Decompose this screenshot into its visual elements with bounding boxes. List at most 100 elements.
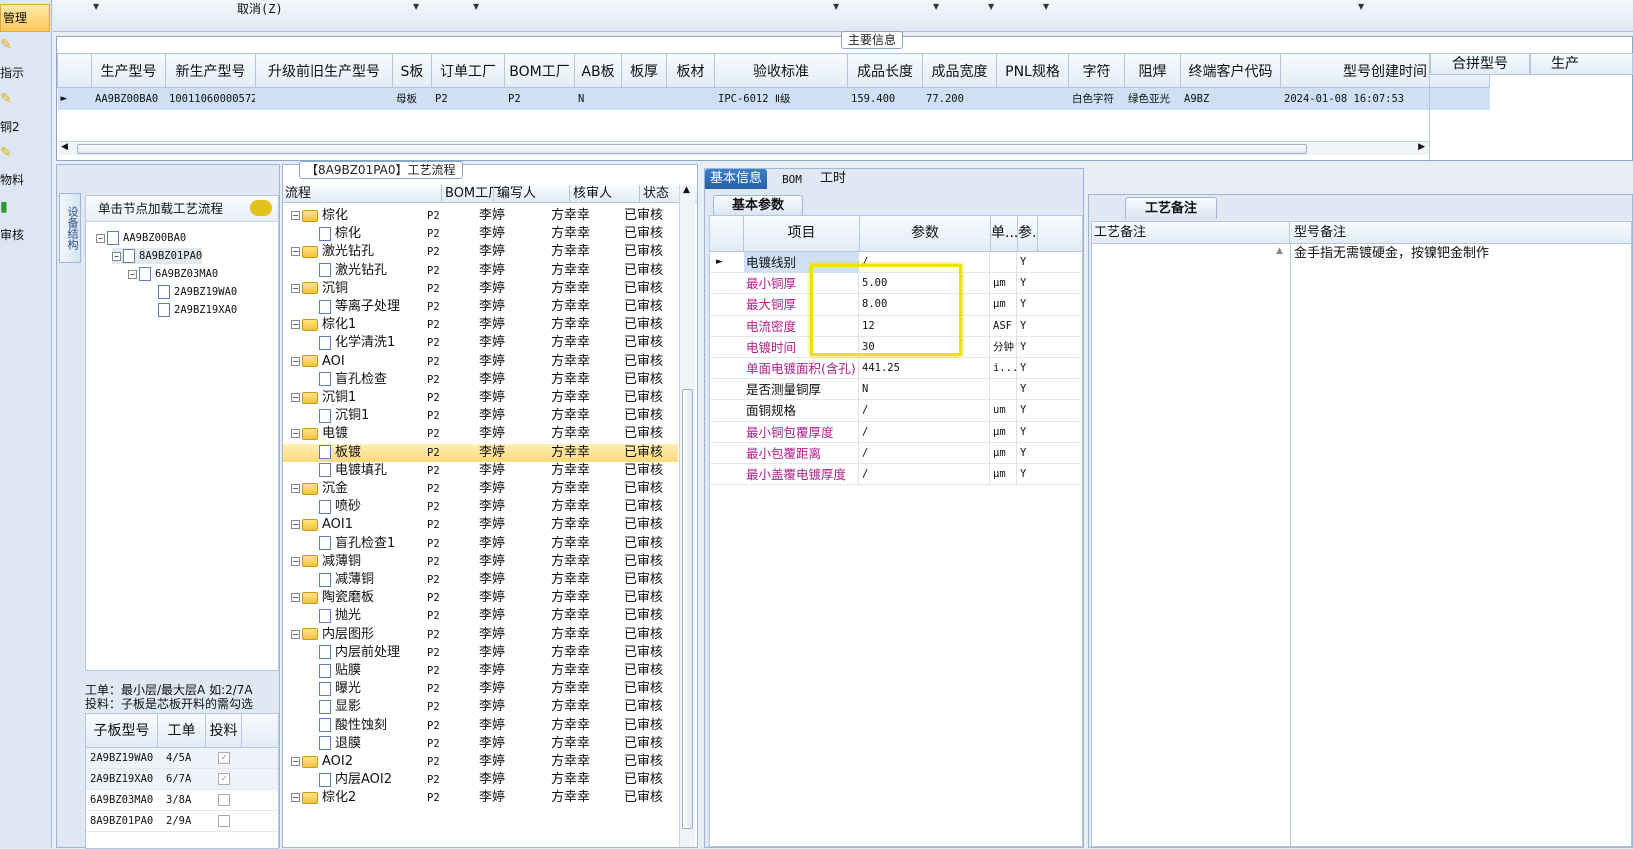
collapse-icon[interactable]: − [96,233,105,243]
process-row[interactable]: 等离子处理 P2 李婷 方幸幸 已审核 [283,298,678,316]
collapse-icon[interactable]: − [291,593,300,603]
scroll-left-icon[interactable]: ◀ [61,142,68,152]
collapse-icon[interactable]: − [291,283,300,293]
param-row[interactable]: 是否测量铜厚 N Y [710,379,1080,401]
feed-checkbox[interactable]: ✓ [218,773,230,785]
collapse-icon[interactable]: − [291,429,300,439]
process-row[interactable]: − 沉铜 P2 李婷 方幸幸 已审核 [283,280,678,298]
process-row[interactable]: 内层AOI2 P2 李婷 方幸幸 已审核 [283,771,678,789]
process-row[interactable]: − 电镀 P2 李婷 方幸幸 已审核 [283,425,678,443]
process-row[interactable]: 喷砂 P2 李婷 方幸幸 已审核 [283,498,678,516]
main-col-header[interactable]: 板厚 [621,53,667,88]
main-col-header[interactable]: 新生产型号 [165,53,256,88]
collapse-icon[interactable]: − [291,211,300,220]
collapse-icon[interactable]: − [291,356,300,366]
nav-item-1[interactable]: 指示 [0,64,50,84]
param-row[interactable]: 最小盖覆电镀厚度 / μm Y [710,464,1080,486]
process-row[interactable]: − 减薄铜 P2 李婷 方幸幸 已审核 [283,553,678,571]
nav-item-2[interactable]: 铜2 [0,118,50,138]
process-row[interactable]: 酸性蚀刻 P2 李婷 方幸幸 已审核 [283,717,678,735]
dropdown-arrow-icon[interactable]: ▼ [93,2,99,11]
tab-work-hours[interactable]: 工时 [813,168,853,190]
process-row[interactable]: − 棕化2 P2 李婷 方幸幸 已审核 [283,789,678,807]
tree-node[interactable]: − AA9BZ00BA0 [96,230,186,246]
nav-item-manage[interactable]: 管理 [0,4,50,32]
collapse-icon[interactable]: − [291,629,300,639]
structure-side-tab[interactable]: 设备结构 [59,193,81,263]
scrollbar-thumb[interactable] [682,389,693,829]
tab-basic-info[interactable]: 基本信息 [705,169,767,189]
process-row[interactable]: 化学清洗1 P2 李婷 方幸幸 已审核 [283,334,678,352]
main-col-header[interactable]: 升级前旧生产型号 [255,53,393,88]
collapse-icon[interactable]: − [291,484,300,493]
tree-node[interactable]: 2A9BZ19WA0 [158,284,237,300]
param-value[interactable]: / [860,442,990,464]
dropdown-arrow-icon[interactable]: ▼ [473,2,479,11]
dropdown-arrow-icon[interactable]: ▼ [933,2,939,11]
process-row[interactable]: − 陶瓷磨板 P2 李婷 方幸幸 已审核 [283,589,678,607]
param-value[interactable]: / [860,464,990,485]
scroll-right-icon[interactable]: ▶ [1418,142,1425,152]
dropdown-arrow-icon[interactable]: ▼ [1043,2,1049,11]
collapse-icon[interactable]: − [128,269,137,279]
dropdown-arrow-icon[interactable]: ▼ [833,2,839,11]
scrollbar-thumb[interactable] [77,144,1307,154]
subtab-basic-params[interactable]: 基本参数 [713,195,803,215]
cancel-button[interactable]: 取消(Z) [237,0,283,17]
process-row[interactable]: 曝光 P2 李婷 方幸幸 已审核 [283,680,678,698]
process-row[interactable]: 激光钻孔 P2 李婷 方幸幸 已审核 [283,262,678,280]
horizontal-scrollbar[interactable]: ◀ ▶ [59,141,1429,155]
process-row[interactable]: 盲孔检查1 P2 李婷 方幸幸 已审核 [283,535,678,553]
collapse-icon[interactable]: − [291,757,300,766]
process-row[interactable]: − 激光钻孔 P2 李婷 方幸幸 已审核 [283,243,678,261]
process-row[interactable]: 显影 P2 李婷 方幸幸 已审核 [283,698,678,716]
feed-checkbox[interactable] [218,794,230,806]
tab-process-remarks[interactable]: 工艺备注 [1125,197,1217,219]
collapse-icon[interactable]: − [291,393,300,402]
feed-checkbox[interactable]: ✓ [218,752,230,764]
main-col-header[interactable]: BOM工厂 [504,53,575,88]
process-row[interactable]: 减薄铜 P2 李婷 方幸幸 已审核 [283,571,678,589]
param-value[interactable]: / [860,421,990,443]
sub-board-row[interactable]: 6A9BZ03MA0 3/8A [86,790,278,811]
main-col-header[interactable]: S板 [392,53,432,88]
process-row[interactable]: − 棕化1 P2 李婷 方幸幸 已审核 [283,316,678,334]
nav-item-4[interactable]: 审核 [0,226,50,246]
tree-node[interactable]: 2A9BZ19XA0 [158,302,237,318]
sub-board-row[interactable]: 8A9BZ01PA0 2/9A [86,811,278,832]
collapse-icon[interactable]: − [291,520,300,530]
main-info-row[interactable]: ► AA9BZ00BA0 10011060000572 母板 P2 P2 N IPC-6012… [57,87,1490,110]
sub-board-row[interactable]: 2A9BZ19XA0 6/7A ✓ [86,769,278,790]
main-col-header[interactable]: 成品长度 [847,53,923,88]
tree-node[interactable]: − 6A9BZ03MA0 [128,266,218,282]
tab-bom[interactable]: BOM [773,169,811,191]
param-value[interactable]: N [860,379,990,401]
process-row[interactable]: 盲孔检查 P2 李婷 方幸幸 已审核 [283,371,678,389]
process-row[interactable]: − 沉铜1 P2 李婷 方幸幸 已审核 [283,389,678,407]
main-col-header[interactable]: 终端客户代码 [1180,53,1281,88]
param-value[interactable]: 441.25 [860,358,990,379]
process-row[interactable]: − 沉金 P2 李婷 方幸幸 已审核 [283,480,678,498]
collapse-icon[interactable]: − [291,320,300,330]
vertical-scrollbar[interactable]: ▲ [679,185,695,847]
main-col-header[interactable]: AB板 [574,53,622,88]
scroll-up-icon[interactable]: ▲ [683,185,690,195]
process-row[interactable]: 电镀填孔 P2 李婷 方幸幸 已审核 [283,462,678,480]
param-value[interactable]: / [860,400,990,422]
nav-item-3[interactable]: 物料 [0,171,50,191]
process-row[interactable]: 贴膜 P2 李婷 方幸幸 已审核 [283,662,678,680]
process-row[interactable]: 沉铜1 P2 李婷 方幸幸 已审核 [283,407,678,425]
process-row[interactable]: − AOI1 P2 李婷 方幸幸 已审核 [283,516,678,534]
main-col-header[interactable]: 阻焊 [1124,53,1181,88]
process-row[interactable]: 退膜 P2 李婷 方幸幸 已审核 [283,735,678,753]
process-row[interactable]: − AOI P2 李婷 方幸幸 已审核 [283,353,678,371]
param-row[interactable]: 最小铜包覆厚度 / μm Y [710,421,1080,443]
tree-node[interactable]: − 8A9BZ01PA0 [112,248,203,264]
main-col-header[interactable]: 验收标准 [714,53,848,88]
model-remark-text[interactable]: 金手指无需镀硬金，按镍钯金制作 [1294,245,1489,263]
collapse-icon[interactable]: − [291,247,300,257]
sub-board-row[interactable]: 2A9BZ19WA0 4/5A ✓ [86,748,278,769]
main-col-header[interactable]: 订单工厂 [431,53,505,88]
main-col-header[interactable]: 成品宽度 [922,53,997,88]
dropdown-arrow-icon[interactable]: ▼ [988,2,994,11]
